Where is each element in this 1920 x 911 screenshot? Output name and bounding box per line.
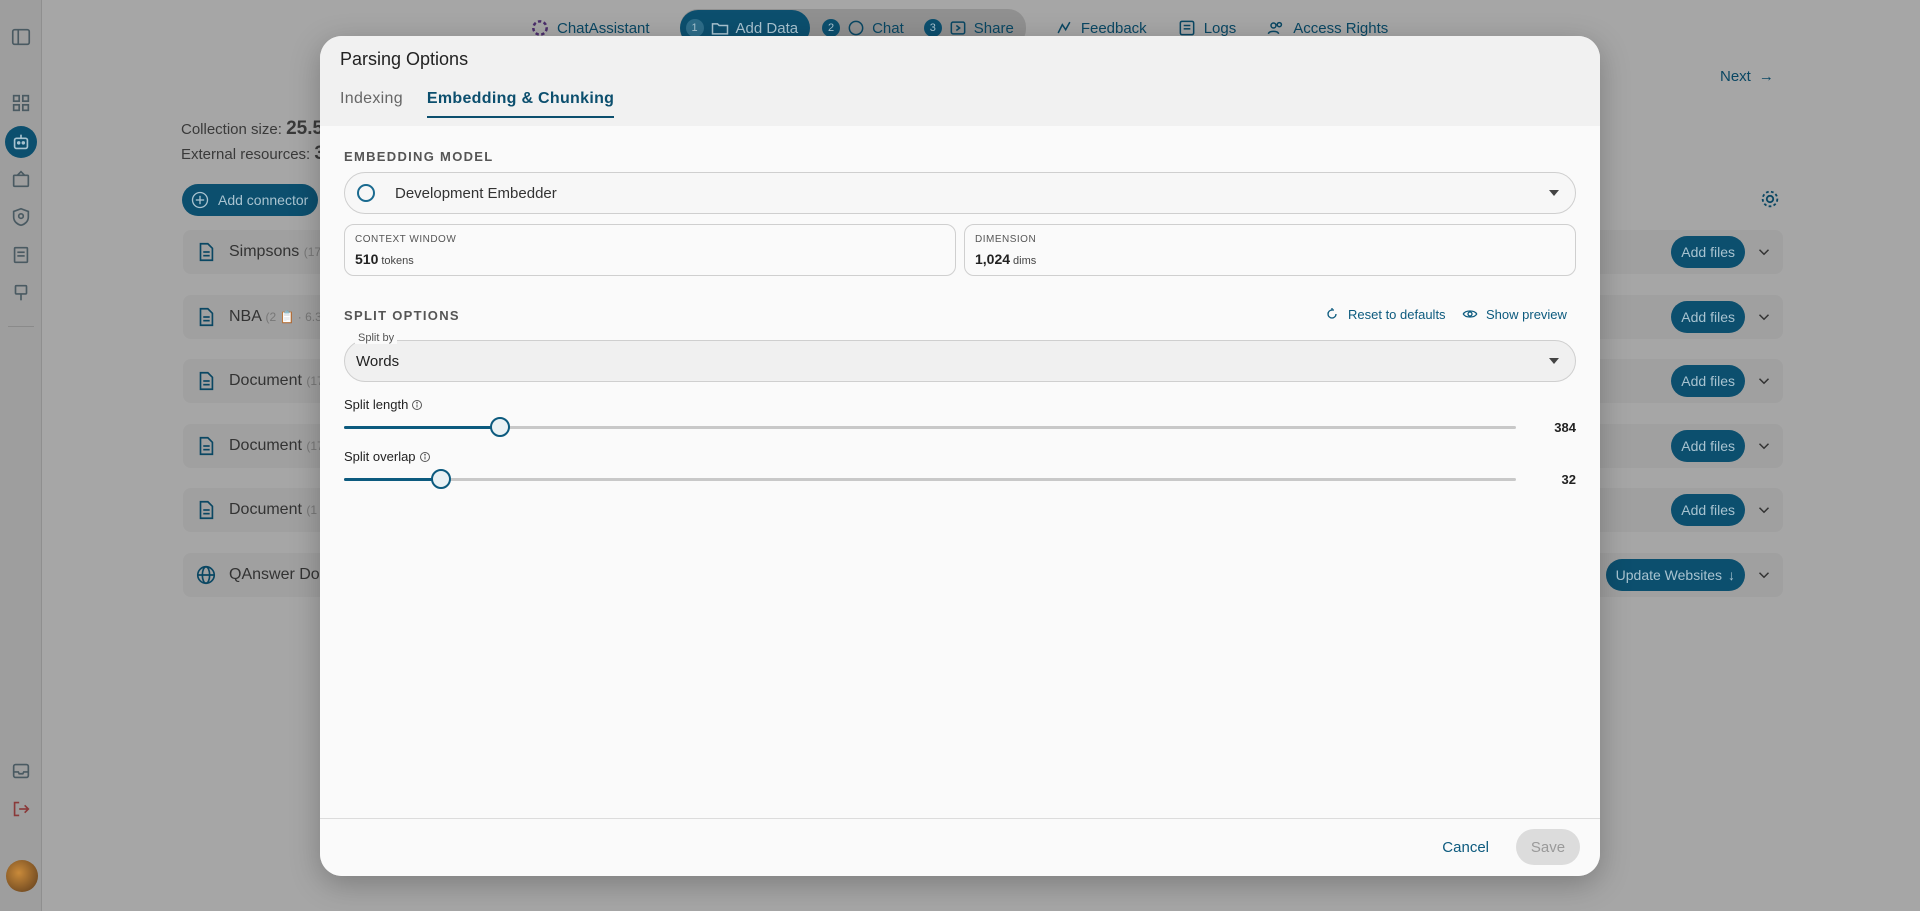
add-files-button[interactable]: Add files [1671,365,1745,397]
feedback-link[interactable]: Feedback [1054,18,1147,38]
split-options-heading: SPLIT OPTIONS [344,308,460,323]
avatar[interactable] [6,860,38,892]
reset-icon [1327,308,1337,319]
split-overlap-slider[interactable] [344,469,1516,489]
settings-gear-icon[interactable] [1759,188,1781,210]
slider-thumb[interactable] [431,469,452,489]
globe-icon [196,565,216,585]
step-chat-number: 2 [822,19,841,37]
logs-link[interactable]: Logs [1177,18,1236,38]
folder-icon [711,23,728,35]
split-length-label: Split length [344,397,423,412]
document-icon [199,371,214,391]
document-icon [199,242,214,262]
parsing-options-dialog: Parsing Options Indexing Embedding & Chu… [320,36,1600,876]
users-icon [1267,21,1283,35]
info-icon[interactable] [419,451,431,463]
logout-icon[interactable] [8,796,34,822]
slider-fill [344,426,500,429]
dialog-header: Parsing Options Indexing Embedding & Chu… [320,36,1600,126]
chevron-down-icon[interactable] [1755,243,1773,261]
next-button[interactable]: Next → [1720,68,1774,85]
slider-thumb[interactable] [489,417,510,437]
dropdown-caret-icon [1549,358,1559,364]
info-icon[interactable] [411,399,423,411]
step-share[interactable]: Share [948,18,1014,38]
chat-icon [848,20,864,36]
step-chat[interactable]: Chat [846,18,904,38]
dialog-footer: Cancel Save [320,818,1600,876]
dropdown-caret-icon [1549,190,1559,196]
add-files-button[interactable]: Add files [1671,430,1745,462]
shield-icon[interactable] [8,204,34,230]
split-length-slider[interactable] [344,417,1516,437]
context-window-field: CONTEXT WINDOW 510 tokens [344,224,956,276]
model-status-icon [357,184,375,202]
step-share-number: 3 [923,19,942,37]
split-length-value: 384 [1554,420,1576,435]
chevron-down-icon[interactable] [1755,372,1773,390]
sidebar [0,0,42,911]
app-title[interactable]: ChatAssistant [530,18,650,38]
feedback-icon [1057,21,1071,34]
show-preview-button[interactable]: Show preview [1462,306,1567,322]
document-icon [199,307,214,327]
access-rights-link[interactable]: Access Rights [1266,18,1388,38]
document-icon [199,500,214,520]
add-files-button[interactable]: Add files [1671,236,1745,268]
chevron-down-icon[interactable] [1755,501,1773,519]
arrow-right-icon: → [1758,68,1774,85]
save-button[interactable]: Save [1516,829,1580,865]
update-websites-button[interactable]: Update Websites ↓ [1605,559,1745,591]
reset-defaults-button[interactable]: Reset to defaults [1324,306,1446,322]
chevron-down-icon[interactable] [1755,437,1773,455]
sidebar-divider [8,326,34,327]
slider-fill [344,478,442,481]
split-overlap-value: 32 [1561,472,1576,487]
split-overlap-label: Split overlap [344,449,431,464]
arrow-down-icon: ↓ [1728,567,1735,583]
assistant-icon[interactable] [5,126,37,158]
app-logo-icon [532,20,548,36]
add-files-button[interactable]: Add files [1671,494,1745,526]
split-by-value: Words [356,353,400,370]
add-files-button[interactable]: Add files [1671,301,1745,333]
add-connector-button[interactable]: Add connector [182,184,318,216]
share-icon [950,21,966,35]
document-icon [199,436,214,456]
tab-embedding-chunking[interactable]: Embedding & Chunking [426,90,615,118]
dialog-tabs: Indexing Embedding & Chunking [340,90,615,118]
brush-icon[interactable] [8,280,34,306]
logs-icon [1179,20,1195,36]
inbox-icon[interactable] [8,758,34,784]
split-by-select[interactable]: Split by Words [344,332,1576,382]
cancel-button[interactable]: Cancel [1442,839,1489,856]
split-by-label: Split by [355,332,398,344]
dashboard-icon[interactable] [8,90,34,116]
chevron-down-icon[interactable] [1755,308,1773,326]
embedding-model-select[interactable]: Development Embedder [344,172,1576,214]
sidebar-toggle-icon[interactable] [8,24,34,50]
collection-size: Collection size: 25.5 [181,118,324,139]
chevron-down-icon[interactable] [1755,566,1773,584]
plus-circle-icon [191,191,209,209]
dimension-field: DIMENSION 1,024 dims [964,224,1576,276]
dialog-title: Parsing Options [340,49,469,69]
book-icon[interactable] [8,242,34,268]
tab-indexing[interactable]: Indexing [340,90,403,118]
external-resources: External resources: 3 [181,143,325,164]
embedding-model-heading: EMBEDDING MODEL [344,149,494,164]
model-name: Development Embedder [395,184,557,202]
store-icon[interactable] [8,166,34,192]
eye-icon [1462,310,1478,318]
